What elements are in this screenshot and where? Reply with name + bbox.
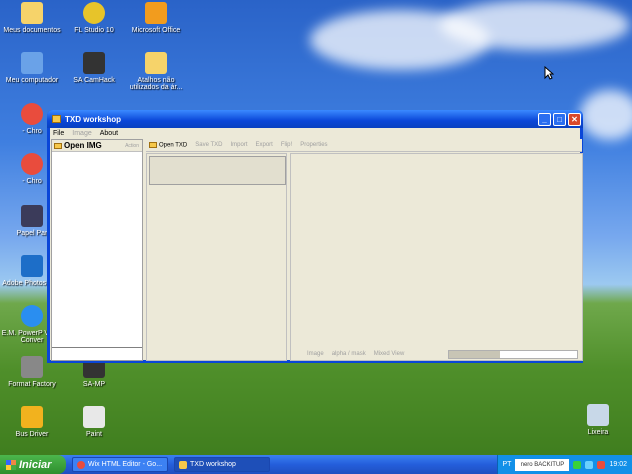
- security-icon[interactable]: [597, 460, 606, 469]
- preview-footer: Image alpha / mask Mixed View: [291, 348, 582, 360]
- texture-list[interactable]: [146, 153, 287, 361]
- left-pane-footer: [52, 347, 142, 360]
- bus-icon: [21, 406, 43, 428]
- windows-logo-icon: [6, 459, 16, 470]
- folder-icon: [179, 460, 187, 469]
- folder-icon: [149, 141, 157, 148]
- save-txd-button[interactable]: Save TXD: [195, 142, 222, 148]
- desktop-icon-paint[interactable]: Paint: [62, 406, 126, 438]
- folder-icon: [21, 2, 43, 24]
- arrow-icon[interactable]: [573, 460, 582, 469]
- open-txd-button[interactable]: Open TXD: [149, 141, 187, 148]
- desktop-icon-meu-computador[interactable]: Meu computador: [0, 52, 64, 84]
- desktop-icon-fl-studio[interactable]: FL Studio 10: [62, 2, 126, 34]
- zoom-bar[interactable]: [448, 349, 578, 359]
- clock: 19:02: [609, 461, 627, 468]
- alpha-mask-option[interactable]: alpha / mask: [332, 351, 366, 357]
- desktop-icon-bus-driver[interactable]: Bus Driver: [0, 406, 64, 438]
- txd-toolbar: Open TXD Save TXD Import Export Flip! Pr…: [146, 139, 582, 152]
- computer-icon: [21, 52, 43, 74]
- network-icon[interactable]: [585, 460, 594, 469]
- window-title: TXD workshop: [65, 114, 122, 124]
- close-button[interactable]: ✕: [568, 112, 581, 126]
- window-client: File Image About Open IMG Action Open TX…: [50, 128, 583, 361]
- desktop-icon-meus-documentos[interactable]: Meus documentos: [0, 2, 64, 34]
- system-tray: PT nero BACKITUP 19:02: [496, 455, 632, 474]
- app-icon: [21, 356, 43, 378]
- taskbar-item-txd-workshop[interactable]: TXD workshop: [174, 457, 270, 472]
- texture-list-header: [149, 156, 286, 185]
- language-indicator[interactable]: PT: [503, 461, 512, 468]
- img-file-list[interactable]: Open IMG Action: [51, 139, 143, 361]
- nero-backitup[interactable]: nero BACKITUP: [515, 458, 570, 471]
- menu-image[interactable]: Image: [72, 130, 91, 137]
- chrome-icon: [21, 103, 43, 125]
- recycle-bin-icon: [587, 404, 609, 426]
- txd-workshop-window[interactable]: TXD workshop _ □ ✕ File Image About Open…: [47, 110, 583, 363]
- app-icon: [83, 52, 105, 74]
- desktop-icon-lixeira[interactable]: Lixeira: [566, 404, 630, 436]
- menu-file[interactable]: File: [53, 130, 64, 137]
- video-icon: [21, 305, 43, 327]
- open-img-button[interactable]: Open IMG: [64, 141, 102, 150]
- minimize-button[interactable]: _: [538, 112, 551, 126]
- image-view-option[interactable]: Image: [307, 351, 324, 357]
- sky-cloud: [440, 0, 630, 50]
- desktop-icon-sa-camhack[interactable]: SA CamHack: [62, 52, 126, 84]
- start-button[interactable]: Iniciar: [0, 455, 66, 474]
- office-icon: [145, 2, 167, 24]
- desktop-icon-microsoft-office[interactable]: Microsoft Office: [124, 2, 188, 34]
- menu-bar: File Image About: [50, 128, 580, 138]
- taskbar-item-chrome[interactable]: Wix HTML Editor - Go...: [72, 457, 168, 472]
- folder-icon: [54, 142, 62, 149]
- paint-icon: [83, 406, 105, 428]
- export-button[interactable]: Export: [256, 142, 273, 148]
- folder-icon: [52, 115, 61, 123]
- chrome-icon: [77, 460, 85, 469]
- properties-button[interactable]: Properties: [300, 142, 327, 148]
- desktop-icon-atalhos[interactable]: Atalhos não utilizados da ár...: [124, 52, 188, 91]
- window-titlebar[interactable]: TXD workshop _ □ ✕: [47, 110, 583, 128]
- app-icon: [21, 205, 43, 227]
- maximize-button[interactable]: □: [553, 112, 566, 126]
- taskbar: Iniciar Wix HTML Editor - Go... TXD work…: [0, 455, 632, 474]
- fl-studio-icon: [83, 2, 105, 24]
- sky-cloud: [580, 90, 632, 140]
- mouse-cursor-icon: [544, 66, 554, 80]
- action-button[interactable]: Action: [125, 143, 142, 149]
- mixed-view-option[interactable]: Mixed View: [374, 351, 405, 357]
- folder-icon: [145, 52, 167, 74]
- flip-button[interactable]: Flip!: [281, 142, 292, 148]
- chrome-icon: [21, 153, 43, 175]
- texture-preview: Image alpha / mask Mixed View: [290, 153, 583, 361]
- photoshop-icon: [21, 255, 43, 277]
- menu-about[interactable]: About: [100, 130, 118, 137]
- import-button[interactable]: Import: [230, 142, 247, 148]
- left-pane-header: Open IMG Action: [52, 140, 142, 152]
